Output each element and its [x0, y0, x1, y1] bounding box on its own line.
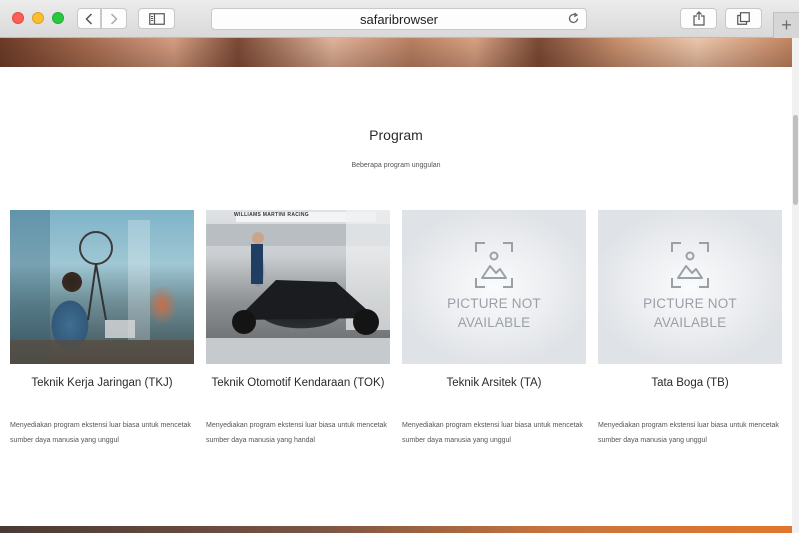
program-name[interactable]: Teknik Kerja Jaringan (TKJ) [0, 377, 204, 389]
program-description: Menyediakan program ekstensi luar biasa … [598, 422, 779, 444]
program-name[interactable]: Teknik Otomotif Kendaraan (TOK) [196, 377, 400, 389]
placeholder-text: PICTURE NOT AVAILABLE [447, 296, 541, 330]
program-card-ta[interactable]: PICTURE NOT AVAILABLE Teknik Arsitek (TA… [402, 210, 586, 444]
share-icon [692, 11, 705, 26]
minimize-window-button[interactable] [32, 12, 44, 24]
page-viewport: Program Beberapa program unggulan Teknik… [0, 38, 792, 533]
share-button[interactable] [680, 8, 717, 29]
section-subtitle: Beberapa program unggulan [351, 162, 441, 169]
picture-not-available-placeholder[interactable]: PICTURE NOT AVAILABLE [402, 210, 586, 364]
program-description: Menyediakan program ekstensi luar biasa … [402, 422, 583, 444]
sidebar-toggle-button[interactable] [138, 8, 175, 29]
program-card-tkj[interactable]: Teknik Kerja Jaringan (TKJ) Menyediakan … [10, 210, 194, 444]
close-window-button[interactable] [12, 12, 24, 24]
tab-overview-button[interactable] [725, 8, 762, 29]
tabs-icon [737, 12, 750, 25]
image-placeholder-icon [671, 242, 709, 288]
picture-not-available-placeholder[interactable]: PICTURE NOT AVAILABLE [598, 210, 782, 364]
vertical-scrollbar[interactable] [792, 38, 799, 533]
image-placeholder-icon [475, 242, 513, 288]
section-title: Program [369, 127, 423, 143]
browser-toolbar: safaribrowser + [0, 0, 799, 38]
program-image-tkj[interactable] [10, 210, 194, 364]
chevron-left-icon [85, 12, 93, 25]
address-url: safaribrowser [359, 12, 439, 27]
new-tab-button[interactable]: + [773, 12, 799, 38]
reload-icon[interactable] [567, 12, 580, 25]
program-description: Menyediakan program ekstensi luar biasa … [206, 422, 387, 444]
placeholder-text: PICTURE NOT AVAILABLE [643, 296, 737, 330]
scrollbar-thumb[interactable] [793, 115, 798, 205]
program-image-tok[interactable]: WILLIAMS MARTINI RACING [206, 210, 390, 364]
program-card-tb[interactable]: PICTURE NOT AVAILABLE Tata Boga (TB) Men… [598, 210, 782, 444]
back-button[interactable] [77, 8, 101, 29]
program-card-tok[interactable]: WILLIAMS MARTINI RACING Teknik Otomotif … [206, 210, 390, 444]
forward-button[interactable] [101, 8, 127, 29]
address-bar[interactable]: safaribrowser [211, 8, 587, 30]
hero-image [0, 38, 792, 67]
chevron-right-icon [110, 12, 118, 25]
footer-image [0, 526, 792, 533]
zoom-window-button[interactable] [52, 12, 64, 24]
program-description: Menyediakan program ekstensi luar biasa … [10, 422, 191, 444]
program-name[interactable]: Tata Boga (TB) [588, 377, 792, 389]
image-banner-text: WILLIAMS MARTINI RACING [234, 212, 309, 218]
sidebar-icon [148, 12, 165, 25]
program-name[interactable]: Teknik Arsitek (TA) [392, 377, 596, 389]
